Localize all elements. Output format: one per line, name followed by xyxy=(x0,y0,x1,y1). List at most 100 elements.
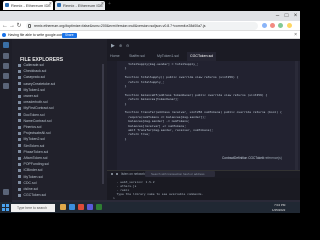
reload-icon[interactable]: ↻ xyxy=(16,21,22,31)
compiler-icon[interactable] xyxy=(3,63,9,69)
file-item[interactable]: Pinerics.sol xyxy=(18,125,41,130)
star-icon[interactable] xyxy=(262,23,267,28)
app-icon[interactable] xyxy=(96,204,102,210)
file-item-label: ICBinder.sol xyxy=(23,168,43,173)
file-item[interactable]: caseyCreatetoke.sol xyxy=(18,82,55,87)
file-item-label: PhaseToken.sol xyxy=(23,149,49,154)
taskbar-search-input[interactable]: Type here to search xyxy=(11,203,55,212)
zoom-out-icon[interactable]: ⊖ xyxy=(126,43,129,48)
back-icon[interactable]: ← xyxy=(2,21,8,31)
file-item[interactable]: Callerade.sol xyxy=(18,63,44,68)
file-icon xyxy=(18,144,21,148)
code-line: } xyxy=(121,66,127,71)
close-tab-icon[interactable]: × xyxy=(101,1,104,7)
file-item[interactable]: CDC.sol xyxy=(18,181,37,186)
editor-tab-home[interactable]: Home xyxy=(110,52,120,61)
windows-start-icon[interactable] xyxy=(2,204,9,211)
code-line: } xyxy=(121,101,127,106)
maximize-icon[interactable]: □ xyxy=(282,11,291,21)
file-item[interactable]: Checkback.sol xyxy=(18,69,46,74)
file-item[interactable]: Caseprato.sol xyxy=(18,75,45,80)
lock-icon xyxy=(28,24,31,28)
close-infobar-icon[interactable]: × xyxy=(294,31,297,39)
file-item[interactable]: MyToken2.sol xyxy=(18,137,45,142)
remix-logo-icon[interactable] xyxy=(3,42,9,48)
file-item[interactable]: MyToken1.sol xyxy=(18,88,45,93)
explorer-scrollbar[interactable] xyxy=(102,64,104,184)
chrome-app-icon[interactable] xyxy=(78,204,84,210)
minimize-icon[interactable]: – xyxy=(273,11,282,21)
play-icon[interactable]: ▶ xyxy=(111,43,115,49)
settings-icon[interactable] xyxy=(3,189,9,195)
file-item[interactable]: NameContract.sol xyxy=(18,119,52,124)
editor-tabbar: Home Staffer.sol MyToken1.sol CGCToken.s… xyxy=(107,52,300,61)
file-item[interactable]: DocToken.sol xyxy=(18,113,45,118)
file-icon xyxy=(18,100,21,104)
close-tab-icon[interactable]: × xyxy=(49,1,52,7)
remix-favicon-icon xyxy=(57,3,61,7)
edge-app-icon[interactable] xyxy=(69,204,75,210)
editor-scrollbar[interactable] xyxy=(295,61,298,170)
file-icon xyxy=(18,82,21,86)
file-item[interactable]: SimToken.sol xyxy=(18,144,44,149)
close-window-icon[interactable]: × xyxy=(291,11,300,21)
listen-network-label[interactable]: listen on network xyxy=(121,170,145,178)
file-item[interactable]: PhaseToken.sol xyxy=(18,150,48,155)
teams-app-icon[interactable] xyxy=(87,204,93,210)
file-item[interactable]: CGCToken.sol xyxy=(18,193,46,198)
file-item[interactable]: MyToken.sol xyxy=(18,175,43,180)
extension-icon[interactable] xyxy=(278,23,283,28)
remix-icon-panel xyxy=(0,39,12,202)
file-item-label: DocToken.sol xyxy=(23,112,45,117)
file-icon xyxy=(18,113,21,117)
file-explorer-app-icon[interactable] xyxy=(60,204,66,210)
contract-definition-label: ContractDefinition CGCToken xyxy=(222,156,264,160)
deploy-icon[interactable] xyxy=(3,73,9,79)
browser-tab-label: Remix - Ethereum IDE xyxy=(63,3,104,8)
file-icon xyxy=(18,75,21,79)
editor-tab[interactable]: Staffer.sol xyxy=(129,52,145,61)
file-item[interactable]: POPFunding.sol xyxy=(18,162,49,167)
letterbox-bottom xyxy=(0,213,300,225)
taskbar-clock[interactable]: 7:04 PM 1/25/2022 xyxy=(272,203,285,212)
file-item[interactable]: owner.sol xyxy=(18,94,38,99)
url-input[interactable]: remix.ethereum.org/#optimize=false&runs=… xyxy=(26,22,258,30)
file-item[interactable]: ICBinder.sol xyxy=(18,168,42,173)
collapse-terminal-icon[interactable] xyxy=(111,173,113,175)
file-item-label: owner.sol xyxy=(23,94,39,98)
clock-time: 7:04 PM xyxy=(274,203,286,207)
code-line: } xyxy=(121,84,127,88)
file-item-label: caseyCreatetoke.sol xyxy=(23,81,56,86)
editor-tab-active[interactable]: CGCToken.sol xyxy=(187,52,217,61)
editor-tab[interactable]: MyToken1.sol xyxy=(157,52,179,61)
plugin-manager-icon[interactable] xyxy=(3,83,9,89)
file-item-label: Caseprato.sol xyxy=(23,75,46,80)
file-item[interactable]: MyFirstContract.sol xyxy=(18,106,54,111)
file-item[interactable]: ProjectsabsNi.sol xyxy=(18,131,51,136)
file-explorer-icon[interactable] xyxy=(3,53,9,59)
file-item[interactable]: dsline.sol xyxy=(18,187,38,192)
references-label: 0 reference(s) xyxy=(262,156,282,160)
file-icon xyxy=(18,193,21,197)
file-icon xyxy=(18,94,21,98)
share-button[interactable]: Share xyxy=(62,32,77,38)
extension-icon[interactable] xyxy=(270,23,275,28)
file-item-label: AftamToken.sol xyxy=(23,156,48,160)
file-item-label: dsline.sol xyxy=(23,187,39,191)
editor-toolbar: ▶ ⊕ ⊖ xyxy=(107,39,300,52)
file-icon xyxy=(18,150,21,154)
zoom-in-icon[interactable]: ⊕ xyxy=(119,43,122,48)
file-item[interactable]: creaderboth.sol xyxy=(18,100,48,105)
new-tab-icon[interactable]: + xyxy=(108,1,111,7)
terminal-search-input[interactable]: Search with transaction hash or address xyxy=(145,171,215,177)
file-item[interactable]: AftamToken.sol xyxy=(18,156,47,161)
forward-icon[interactable]: → xyxy=(9,21,15,31)
file-item-label: MyToken.sol xyxy=(23,174,43,179)
remix-favicon-icon xyxy=(5,3,9,7)
browser-tab[interactable]: Remix - Ethereum IDE xyxy=(55,1,105,10)
browser-tab[interactable]: Remix - Ethereum IDE xyxy=(3,1,53,10)
clear-terminal-icon[interactable] xyxy=(116,173,118,175)
file-icon xyxy=(18,181,21,185)
profile-avatar[interactable] xyxy=(287,23,292,28)
line-gutter xyxy=(107,61,117,170)
